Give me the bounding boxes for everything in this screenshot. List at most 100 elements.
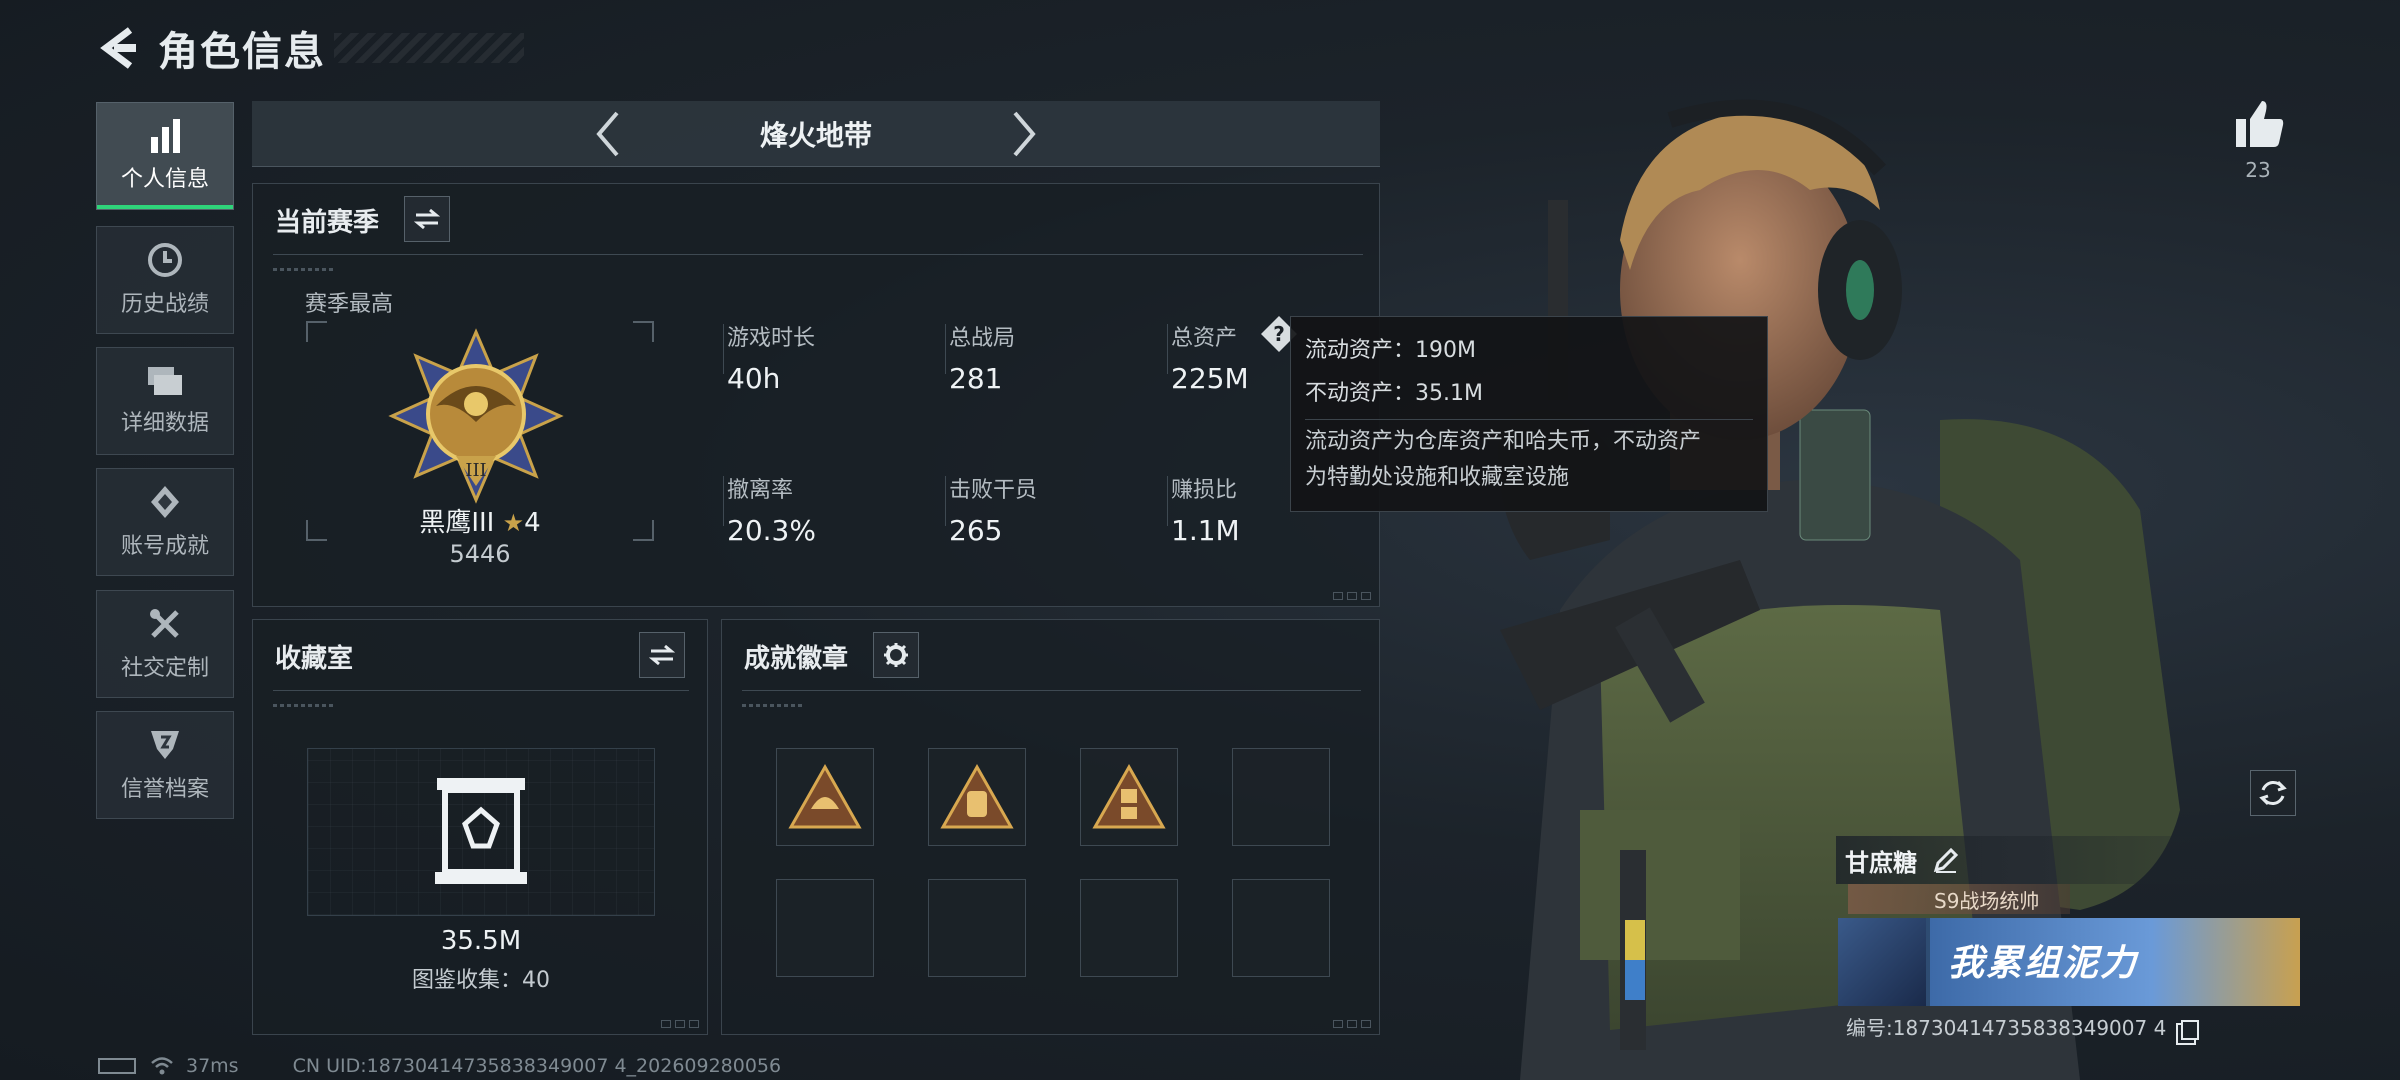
stat-separator xyxy=(723,476,724,526)
rank-emblem-icon: III xyxy=(388,328,564,504)
stat-label-extract-rate: 撤离率 xyxy=(727,478,794,503)
stat-value-kills: 265 xyxy=(949,514,1003,547)
clock-icon xyxy=(148,243,182,277)
stat-label-matches: 总战局 xyxy=(949,326,1016,351)
player-name: 甘庶糖 xyxy=(1845,849,1917,877)
wifi-icon xyxy=(151,1057,173,1075)
badge-slot[interactable] xyxy=(1080,748,1178,846)
badges-settings-button[interactable] xyxy=(873,632,919,678)
mode-selector: 烽火地带 xyxy=(252,101,1380,167)
sidebar-item-label: 详细数据 xyxy=(120,411,209,436)
collection-count: 图鉴收集：40 xyxy=(412,968,550,993)
title-decoration xyxy=(334,33,524,63)
stat-value-assets: 225M xyxy=(1171,362,1249,395)
sidebar-item-personal-info[interactable]: 个人信息 xyxy=(96,102,234,210)
prev-mode-button[interactable] xyxy=(580,106,636,162)
divider-pattern xyxy=(273,704,333,707)
tools-icon xyxy=(150,609,179,638)
stat-value-profit-ratio: 1.1M xyxy=(1171,514,1240,547)
badge-slot[interactable] xyxy=(928,748,1026,846)
ammo-badge-icon xyxy=(1092,763,1166,829)
stat-value-matches: 281 xyxy=(949,362,1003,395)
uid-text: CN UID:18730414735838349007 4_2026092800… xyxy=(292,1055,782,1077)
edit-name-button[interactable] xyxy=(1932,846,1960,874)
badge-slot-empty[interactable] xyxy=(1080,879,1178,977)
profile-banner[interactable]: 我累组泥力 xyxy=(1838,918,2300,1006)
chevron-right-icon xyxy=(1013,111,1036,156)
sidebar-item-details[interactable]: 详细数据 xyxy=(96,347,234,455)
collection-switch-button[interactable] xyxy=(639,632,685,678)
swap-icon xyxy=(649,644,675,666)
star-icon: ★ xyxy=(502,509,525,537)
shield-badge-icon xyxy=(151,731,179,759)
title-tag: S9战场统帅 xyxy=(1848,884,2070,914)
season-switch-button[interactable] xyxy=(404,196,450,242)
stat-label-profit-ratio: 赚损比 xyxy=(1171,478,1238,503)
battery-icon xyxy=(98,1058,136,1074)
assets-tooltip: 流动资产：190M 不动资产：35.1M 流动资产为仓库资产和哈夫币，不动资产 … xyxy=(1290,316,1768,512)
tooltip-fixed-assets: 不动资产：35.1M xyxy=(1305,381,1483,406)
badge-slot-empty[interactable] xyxy=(1232,748,1330,846)
tooltip-divider xyxy=(1305,419,1753,420)
swap-icon xyxy=(414,208,440,230)
backpack-badge-icon xyxy=(940,763,1014,829)
like-count: 23 xyxy=(2245,158,2271,182)
rank-name: 黑鹰III xyxy=(419,508,495,538)
collection-title: 收藏室 xyxy=(275,644,354,674)
stat-label-kills: 击败干员 xyxy=(949,478,1038,503)
back-arrow-icon xyxy=(100,27,136,69)
mode-label: 烽火地带 xyxy=(759,118,872,152)
tooltip-liquid-assets: 流动资产：190M xyxy=(1305,338,1476,363)
sidebar-item-label: 个人信息 xyxy=(120,167,209,192)
badge-slot[interactable] xyxy=(776,748,874,846)
sidebar-item-reputation[interactable]: 信誉档案 xyxy=(96,711,234,819)
badge-slot-empty[interactable] xyxy=(1232,879,1330,977)
sidebar-item-achievements[interactable]: 账号成就 xyxy=(96,468,234,576)
sidebar-item-label: 社交定制 xyxy=(120,656,209,681)
corner-decoration xyxy=(661,1020,699,1028)
refresh-button[interactable] xyxy=(2250,770,2296,816)
stat-value-extract-rate: 20.3% xyxy=(727,514,816,547)
like-button[interactable] xyxy=(2230,96,2290,152)
rank-points: 5446 xyxy=(449,540,511,568)
helmet-badge-icon xyxy=(788,763,862,829)
copy-icon[interactable] xyxy=(2180,1019,2199,1040)
badges-panel: 成就徽章 xyxy=(721,619,1380,1035)
stat-label-playtime: 游戏时长 xyxy=(727,326,816,351)
svg-text:?: ? xyxy=(1273,322,1285,346)
diamond-medal-icon xyxy=(151,486,179,518)
status-bar: 37ms CN UID:18730414735838349007 4_20260… xyxy=(98,1054,781,1078)
sidebar-item-social[interactable]: 社交定制 xyxy=(96,590,234,698)
collection-panel: 收藏室 35.5M 图鉴收集：40 xyxy=(252,619,708,1035)
stat-label-assets: 总资产 xyxy=(1171,326,1238,351)
next-mode-button[interactable] xyxy=(996,106,1052,162)
corner-decoration xyxy=(1333,592,1371,600)
sidebar-item-label: 账号成就 xyxy=(120,534,209,559)
badge-slot-empty[interactable] xyxy=(928,879,1026,977)
banner-avatar xyxy=(1838,918,1926,1006)
tooltip-desc-line2: 为特勤处设施和收藏室设施 xyxy=(1305,465,1570,490)
season-panel: 当前赛季 赛季最高 III 黑鹰III ★4 5446 游戏时长 40h 总战局… xyxy=(252,183,1380,607)
sidebar-item-label: 历史战绩 xyxy=(120,292,209,317)
divider xyxy=(273,254,1363,255)
rank-stars: 4 xyxy=(524,508,541,538)
chevron-left-icon xyxy=(596,111,619,156)
sidebar-item-label: 信誉档案 xyxy=(120,777,209,802)
player-id-text: 编号:18730414735838349007 4 xyxy=(1846,1016,2167,1040)
gear-icon xyxy=(884,643,908,667)
stat-separator xyxy=(945,324,946,374)
sidebar-item-history[interactable]: 历史战绩 xyxy=(96,226,234,334)
stat-separator xyxy=(945,476,946,526)
season-title: 当前赛季 xyxy=(275,208,380,238)
ping-text: 37ms xyxy=(186,1055,239,1077)
badges-title: 成就徽章 xyxy=(744,644,849,674)
refresh-icon xyxy=(2259,780,2287,806)
badge-slot-empty[interactable] xyxy=(776,879,874,977)
divider-pattern xyxy=(742,704,802,707)
collection-value: 35.5M xyxy=(440,926,522,956)
thumbs-up-icon xyxy=(2236,101,2284,147)
back-button[interactable] xyxy=(96,18,144,78)
display-case-icon xyxy=(435,778,527,884)
peak-label: 赛季最高 xyxy=(305,292,394,317)
page-title: 角色信息 xyxy=(158,29,326,75)
